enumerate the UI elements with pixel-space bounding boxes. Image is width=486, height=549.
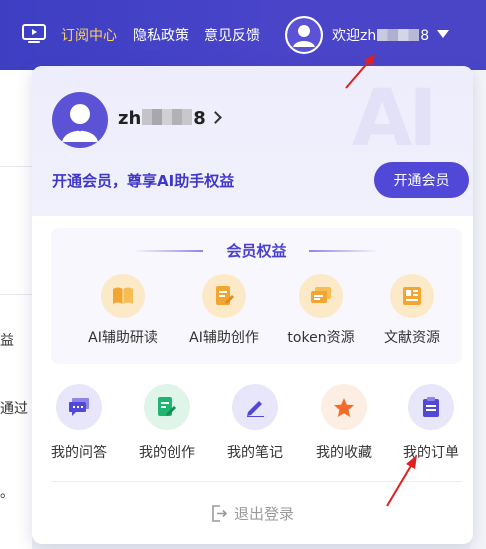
pen-icon <box>232 384 278 430</box>
welcome-prefix: 欢迎zh <box>332 28 377 44</box>
nav-privacy-policy[interactable]: 隐私政策 <box>133 25 189 45</box>
benefit-literature[interactable]: 文献资源 <box>362 274 462 347</box>
benefits-title: 会员权益 <box>226 242 287 260</box>
chevron-right-icon <box>208 111 222 124</box>
book-icon <box>101 274 145 318</box>
decorative-line <box>309 250 379 252</box>
my-favorites-link[interactable]: 我的收藏 <box>301 384 387 462</box>
nav-subscription-center[interactable]: 订阅中心 <box>61 25 117 45</box>
user-name-link[interactable]: zh 8 <box>118 108 222 129</box>
welcome-suffix: 8 <box>420 28 430 44</box>
my-notes-link[interactable]: 我的笔记 <box>212 384 298 462</box>
benefit-token[interactable]: token资源 <box>271 274 371 347</box>
user-icon <box>287 18 321 52</box>
quick-link-label: 我的收藏 <box>316 445 372 461</box>
user-card: AI zh 8 开通会员，尊享AI助手权益 开通会员 <box>32 66 473 216</box>
benefit-label: token资源 <box>287 330 355 346</box>
background-text: 通过 <box>0 401 28 417</box>
background-text: 。 <box>0 485 14 501</box>
chat-icon <box>56 384 102 430</box>
benefit-label: AI辅助研读 <box>88 330 158 346</box>
masked-username <box>142 109 193 125</box>
edit-document-icon <box>144 384 190 430</box>
star-icon <box>321 384 367 430</box>
caret-down-icon[interactable] <box>437 30 449 38</box>
background-text: 益 <box>0 333 14 349</box>
annotation-arrow-icon <box>345 54 375 89</box>
quick-link-label: 我的问答 <box>51 445 107 461</box>
clipboard-icon <box>408 384 454 430</box>
masked-username <box>377 29 420 41</box>
divider <box>0 294 32 295</box>
logout-icon <box>212 505 228 522</box>
token-cards-icon <box>299 274 343 318</box>
top-nav-bar: 订阅中心 隐私政策 意见反馈 欢迎zh 8 <box>0 0 486 70</box>
my-qa-link[interactable]: 我的问答 <box>36 384 122 462</box>
membership-promo: 开通会员，尊享AI助手权益 <box>52 172 235 190</box>
benefit-label: AI辅助创作 <box>189 330 259 346</box>
quick-link-label: 我的创作 <box>139 445 195 461</box>
avatar[interactable] <box>285 16 323 54</box>
document-edit-icon <box>202 274 246 318</box>
username-suffix: 8 <box>193 108 206 129</box>
member-benefits: 会员权益 AI辅助研读 AI辅助创作 token资源 文献资源 <box>51 228 462 364</box>
benefit-label: 文献资源 <box>384 330 440 346</box>
username-prefix: zh <box>118 108 142 129</box>
open-membership-button[interactable]: 开通会员 <box>374 162 469 198</box>
my-orders-link[interactable]: 我的订单 <box>388 384 473 462</box>
quick-link-label: 我的笔记 <box>227 445 283 461</box>
user-icon <box>62 104 98 142</box>
literature-icon <box>390 274 434 318</box>
annotation-arrow-icon <box>386 455 417 507</box>
divider <box>0 166 32 167</box>
user-avatar[interactable] <box>52 92 108 148</box>
my-creations-link[interactable]: 我的创作 <box>124 384 210 462</box>
nav-feedback[interactable]: 意见反馈 <box>204 25 260 45</box>
monitor-icon[interactable] <box>22 24 46 44</box>
background-page: 益 通过 。 <box>0 70 32 549</box>
benefit-ai-writing[interactable]: AI辅助创作 <box>174 274 274 347</box>
logout-label: 退出登录 <box>233 505 294 523</box>
benefit-ai-reading[interactable]: AI辅助研读 <box>73 274 173 347</box>
welcome-user[interactable]: 欢迎zh 8 <box>332 25 429 45</box>
